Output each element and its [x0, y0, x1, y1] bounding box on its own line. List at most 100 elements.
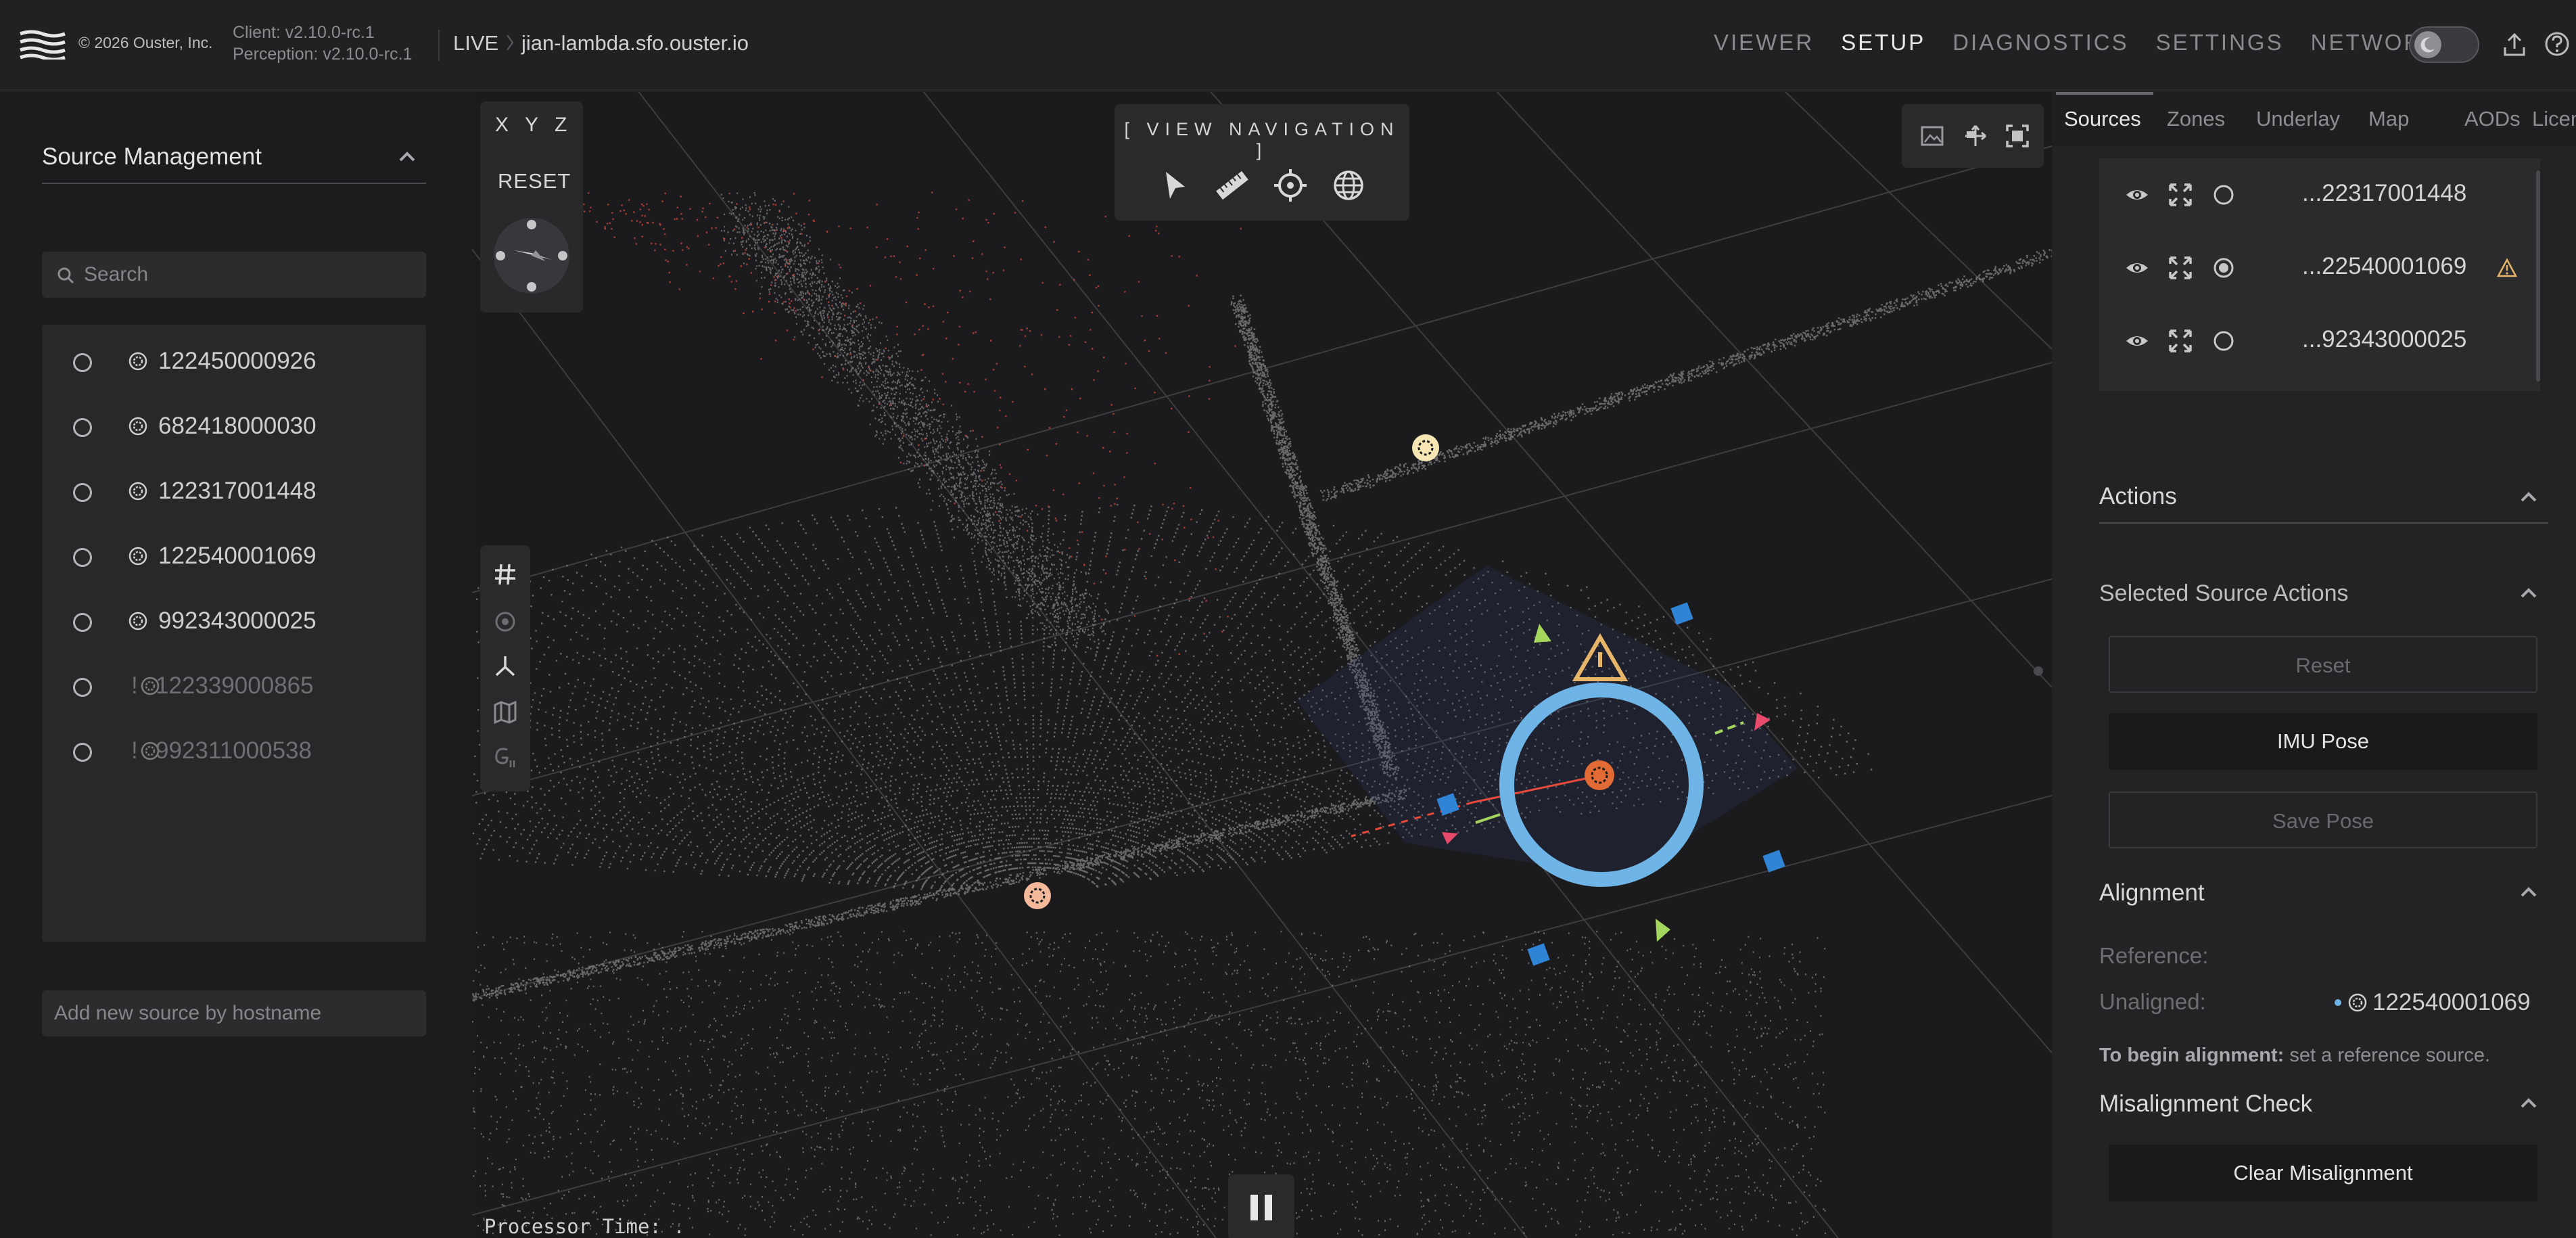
view-navigation-title: [ VIEW NAVIGATION ] [1124, 119, 1400, 160]
grid-line [472, 362, 2052, 796]
search-input[interactable] [83, 252, 414, 298]
image-icon[interactable] [1919, 123, 1945, 149]
radio-selected-icon[interactable] [2211, 256, 2236, 280]
grid-icon[interactable] [492, 561, 518, 587]
sensor-name: ...92343000025 [2302, 326, 2467, 352]
tab-sources[interactable]: Sources [2064, 107, 2141, 131]
theme-toggle[interactable] [2409, 26, 2479, 63]
chevron-up-icon[interactable] [396, 146, 418, 168]
pause-button[interactable] [1228, 1174, 1294, 1238]
alignment-title: Alignment [2099, 879, 2205, 906]
upload-icon[interactable] [2503, 32, 2526, 57]
help-icon[interactable] [2544, 31, 2570, 57]
source-list-item[interactable]: 682418000030 [42, 396, 426, 457]
scrollbar[interactable] [2536, 170, 2540, 382]
orbit-control[interactable] [494, 218, 569, 294]
point-cloud-canvas[interactable] [472, 92, 2052, 1238]
nav-setup[interactable]: SETUP [1841, 30, 1925, 55]
reset-pose-button[interactable]: Reset [2109, 636, 2537, 693]
tab-aods[interactable]: AODs [2464, 107, 2521, 131]
version-info: Client: v2.10.0-rc.1 Perception: v2.10.0… [233, 22, 412, 65]
live-indicator: LIVE [453, 31, 499, 55]
expand-icon[interactable] [2168, 256, 2193, 280]
ouster-logo[interactable] [19, 30, 66, 60]
nav-diagnostics[interactable]: DIAGNOSTICS [1952, 30, 2128, 55]
perception-version: Perception: v2.10.0-rc.1 [233, 45, 413, 64]
chevron-up-icon[interactable] [2519, 583, 2539, 603]
point-cloud-viewer[interactable]: X Y Z RESET [ VIEW NAVIGATION ] Processo… [472, 92, 2052, 1238]
active-tab-indicator [2056, 92, 2153, 95]
tab-map[interactable]: Map [2368, 107, 2409, 131]
sensor-row[interactable]: ...92343000025 [2099, 304, 2532, 377]
source-list-item[interactable]: 122317001448 [42, 461, 426, 522]
sensor-marker [1412, 434, 1439, 461]
label-icon[interactable] [492, 744, 518, 770]
tab-underlay[interactable]: Underlay [2256, 107, 2340, 131]
view-z-button[interactable]: Z [555, 114, 567, 137]
sensor-icon [128, 547, 147, 566]
source-list-item[interactable]: ! 992311000538 [42, 721, 426, 782]
radio-button[interactable] [73, 418, 92, 437]
status-dot [2335, 999, 2341, 1006]
imu-pose-button[interactable]: IMU Pose [2109, 713, 2537, 770]
nav-viewer[interactable]: VIEWER [1714, 30, 1814, 55]
client-version: Client: v2.10.0-rc.1 [233, 23, 375, 42]
radio-button[interactable] [73, 483, 92, 502]
expand-icon[interactable] [2168, 329, 2193, 353]
sensor-icon [2348, 993, 2367, 1012]
view-x-button[interactable]: X [495, 114, 509, 137]
inspector-tabs: Sources Zones Underlay Map AODs License [2052, 92, 2576, 146]
clear-misalignment-button[interactable]: Clear Misalignment [2109, 1145, 2537, 1201]
reset-view-button[interactable]: RESET [498, 169, 571, 193]
radio-button[interactable] [73, 613, 92, 632]
camera-pan-icon[interactable] [1963, 123, 1988, 149]
sensor-row[interactable]: ...22317001448 [2099, 158, 2532, 231]
chevron-up-icon[interactable] [2519, 487, 2539, 507]
eye-icon[interactable] [2125, 329, 2149, 353]
source-list-item[interactable]: 122540001069 [42, 526, 426, 587]
warning-icon [2497, 258, 2517, 277]
globe-icon[interactable] [1330, 166, 1367, 204]
point-cloud [472, 189, 2052, 1237]
eye-icon[interactable] [2125, 256, 2149, 280]
radio-icon[interactable] [2211, 183, 2236, 207]
ruler-icon[interactable] [1213, 166, 1251, 204]
radio-button[interactable] [73, 353, 92, 372]
save-pose-button[interactable]: Save Pose [2109, 792, 2537, 848]
nav-settings[interactable]: SETTINGS [2156, 30, 2284, 55]
radio-icon[interactable] [2211, 329, 2236, 353]
crosshair-icon[interactable] [1271, 166, 1309, 204]
chevron-up-icon[interactable] [2519, 1093, 2539, 1114]
fit-view-icon[interactable] [2005, 123, 2030, 149]
axis-view-panel: X Y Z RESET [480, 101, 583, 313]
source-id: 122339000865 [156, 672, 314, 699]
add-source-input[interactable] [42, 990, 426, 1036]
source-id: 122450000926 [158, 348, 317, 374]
chevron-up-icon[interactable] [2519, 882, 2539, 902]
map-icon[interactable] [492, 700, 518, 725]
radio-button[interactable] [73, 743, 92, 762]
radio-button[interactable] [73, 678, 92, 697]
expand-icon[interactable] [2168, 183, 2193, 207]
source-list-item[interactable]: 122450000926 [42, 331, 426, 392]
target-icon[interactable] [492, 609, 518, 635]
cursor-icon[interactable] [1155, 166, 1193, 204]
point-cloud-gray [472, 192, 2052, 1237]
compass-icon [496, 220, 567, 292]
source-list-item[interactable]: ! 122339000865 [42, 656, 426, 717]
source-list-item[interactable]: 992343000025 [42, 591, 426, 652]
sensor-marker-orange [1585, 760, 1614, 790]
processor-time: Processor Time: . [484, 1215, 685, 1238]
tab-zones[interactable]: Zones [2167, 107, 2225, 131]
offline-marker: ! [131, 737, 138, 764]
sensor-row[interactable]: ...22540001069 [2099, 231, 2532, 304]
tab-license[interactable]: License [2532, 107, 2576, 131]
eye-icon[interactable] [2125, 183, 2149, 207]
actions-title: Actions [2099, 483, 2177, 509]
sensor-marker [1024, 882, 1051, 909]
axes-icon[interactable] [492, 654, 518, 679]
divider [42, 183, 426, 184]
top-bar: © 2026 Ouster, Inc. Client: v2.10.0-rc.1… [0, 0, 2576, 91]
radio-button[interactable] [73, 548, 92, 567]
view-y-button[interactable]: Y [525, 114, 538, 137]
